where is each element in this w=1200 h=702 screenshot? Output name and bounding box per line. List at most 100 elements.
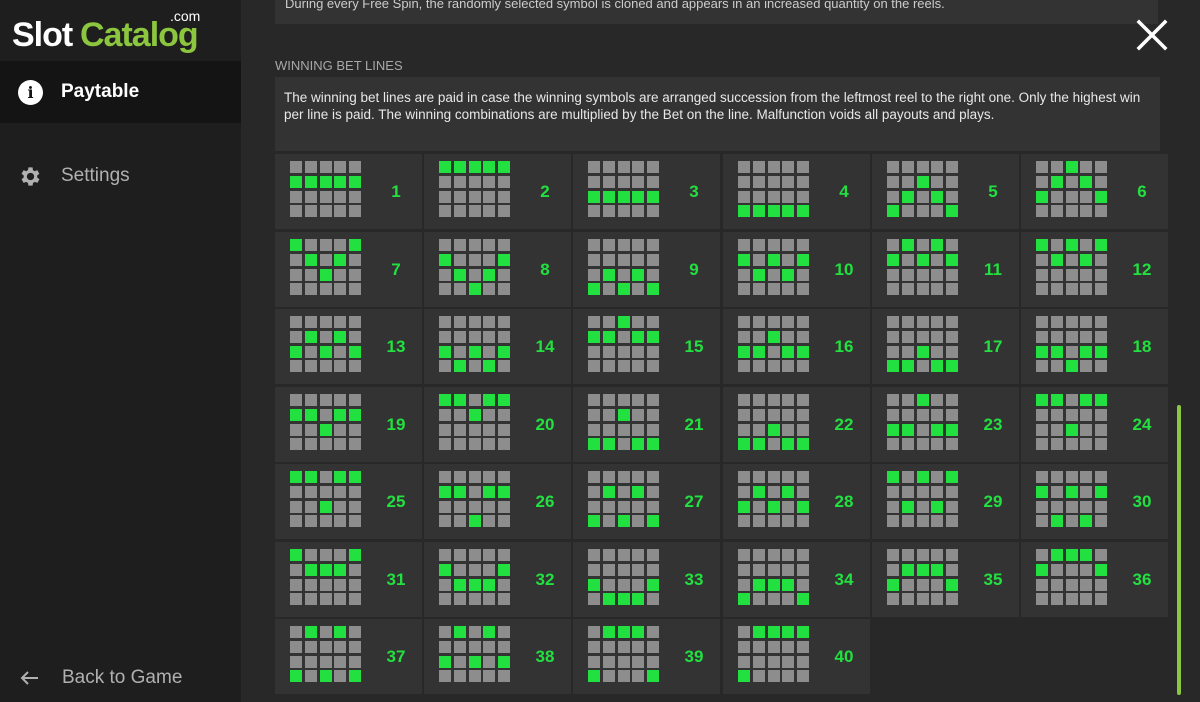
bet-line-square	[334, 360, 346, 372]
bet-line-square	[483, 424, 495, 436]
bet-line-square	[797, 471, 809, 483]
bet-line-square	[782, 239, 794, 251]
section-title: WINNING BET LINES	[275, 58, 403, 73]
bet-line-square	[618, 579, 630, 591]
bet-line-square	[1036, 316, 1048, 328]
bet-line-square-active	[632, 331, 644, 343]
bet-line-square	[469, 438, 481, 450]
bet-line-square-active	[1036, 564, 1048, 576]
bet-line-square-active	[588, 579, 600, 591]
bet-line-square-active	[917, 394, 929, 406]
bet-line-square	[917, 360, 929, 372]
bet-line-square	[588, 471, 600, 483]
bet-line-square	[917, 191, 929, 203]
bet-line-square	[738, 176, 750, 188]
bet-line-square	[1095, 515, 1107, 527]
bet-line-square	[753, 641, 765, 653]
bet-line-square	[439, 331, 451, 343]
bet-line-square	[647, 360, 659, 372]
bet-line-square	[797, 656, 809, 668]
bet-line-square-active	[618, 191, 630, 203]
bet-line-square-active	[349, 670, 361, 682]
close-icon[interactable]	[1136, 19, 1168, 51]
bet-line-square-active	[931, 191, 943, 203]
bet-line-number: 6	[1137, 182, 1147, 201]
nav-item-paytable[interactable]: i Paytable	[0, 61, 241, 123]
bet-line-26: 26	[424, 464, 571, 539]
bet-line-square	[498, 269, 510, 281]
bet-line-square	[588, 205, 600, 217]
bet-line-square	[768, 269, 780, 281]
bet-line-square-active	[498, 346, 510, 358]
bet-line-square-active	[320, 424, 332, 436]
bet-line-square	[632, 656, 644, 668]
bet-line-square	[618, 564, 630, 576]
bet-line-9: 9	[573, 232, 720, 307]
bet-line-square-active	[946, 424, 958, 436]
bet-line-square	[1066, 191, 1078, 203]
bet-line-square	[498, 501, 510, 513]
bet-line-square	[931, 254, 943, 266]
bet-line-square-active	[439, 394, 451, 406]
bet-line-square	[1080, 486, 1092, 498]
bet-line-square	[931, 549, 943, 561]
bet-line-square	[454, 471, 466, 483]
bet-line-square	[588, 254, 600, 266]
bet-line-square-active	[603, 626, 615, 638]
bet-line-square	[782, 161, 794, 173]
bet-line-square-active	[469, 161, 481, 173]
bet-line-square	[618, 424, 630, 436]
bet-line-square	[647, 549, 659, 561]
bet-line-square-active	[1036, 346, 1048, 358]
bet-line-square	[1036, 424, 1048, 436]
bet-line-square	[632, 564, 644, 576]
bet-line-square-active	[632, 438, 644, 450]
bet-line-square	[498, 515, 510, 527]
bet-line-square	[738, 161, 750, 173]
bet-line-square	[1036, 501, 1048, 513]
bet-line-square	[618, 486, 630, 498]
bet-line-square-active	[305, 254, 317, 266]
bet-line-square	[917, 515, 929, 527]
bet-line-square	[632, 161, 644, 173]
bet-line-square	[632, 205, 644, 217]
bet-line-square	[1080, 316, 1092, 328]
bet-line-square	[946, 191, 958, 203]
bet-line-square	[603, 471, 615, 483]
bet-line-square	[1051, 579, 1063, 591]
bet-line-square	[1036, 283, 1048, 295]
bet-line-square-active	[647, 283, 659, 295]
bet-line-square-active	[753, 346, 765, 358]
bet-line-square	[454, 191, 466, 203]
bet-line-square-active	[887, 360, 899, 372]
bet-line-square	[349, 626, 361, 638]
bet-line-number: 29	[983, 492, 1003, 511]
bet-line-square-active	[1066, 549, 1078, 561]
bet-line-square	[1036, 161, 1048, 173]
bet-line-33: 33	[573, 542, 720, 617]
bet-line-square	[483, 239, 495, 251]
bet-line-square	[290, 424, 302, 436]
bet-line-square	[483, 205, 495, 217]
bet-line-square	[917, 331, 929, 343]
bet-line-square-active	[917, 471, 929, 483]
bet-line-square	[290, 579, 302, 591]
bet-line-square	[797, 549, 809, 561]
bet-line-square	[454, 409, 466, 421]
bet-line-square	[1036, 360, 1048, 372]
bet-line-square	[618, 331, 630, 343]
bet-line-square	[768, 394, 780, 406]
bet-line-square	[320, 641, 332, 653]
bet-line-square	[797, 360, 809, 372]
bet-line-square-active	[305, 564, 317, 576]
bet-line-square	[902, 515, 914, 527]
bet-line-square-active	[1066, 239, 1078, 251]
bet-line-square-active	[349, 409, 361, 421]
nav-item-settings[interactable]: Settings	[0, 145, 241, 207]
bet-line-square-active	[1080, 515, 1092, 527]
bet-line-square	[320, 549, 332, 561]
back-to-game-button[interactable]: Back to Game	[0, 656, 241, 700]
bet-line-square	[290, 564, 302, 576]
scrollbar[interactable]	[1177, 405, 1181, 695]
bet-line-square	[439, 409, 451, 421]
